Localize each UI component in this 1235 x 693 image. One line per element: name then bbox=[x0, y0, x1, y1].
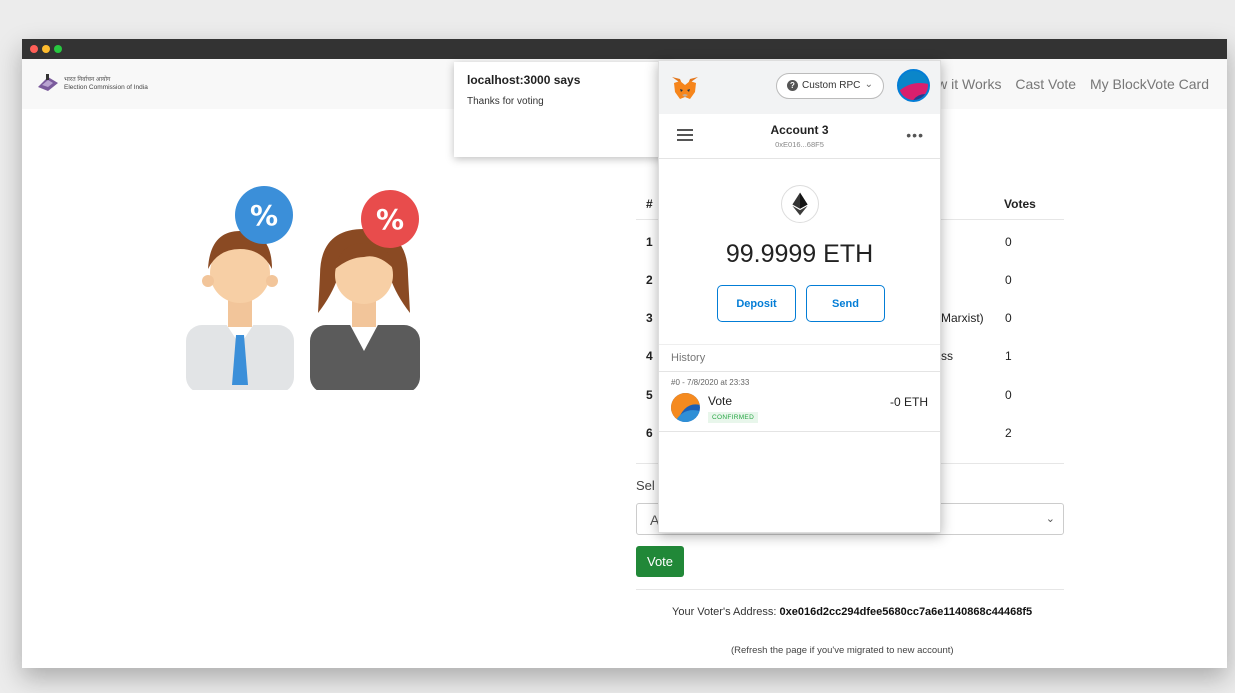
row-votes: 1 bbox=[1005, 349, 1012, 363]
row-votes: 0 bbox=[1005, 273, 1012, 287]
refresh-note: (Refresh the page if you've migrated to … bbox=[731, 645, 954, 656]
deposit-button[interactable]: Deposit bbox=[717, 285, 796, 322]
transaction-date: #0 - 7/8/2020 at 23:33 bbox=[671, 378, 750, 387]
browser-alert-dialog: localhost:3000 says Thanks for voting bbox=[454, 62, 670, 157]
nav-links: How it Works Cast Vote My BlockVote Card bbox=[909, 76, 1209, 92]
svg-text:%: % bbox=[376, 203, 404, 236]
minimize-window-button[interactable] bbox=[42, 45, 50, 53]
ethereum-icon bbox=[781, 185, 819, 223]
eci-logo-icon bbox=[38, 74, 58, 91]
vote-button[interactable]: Vote bbox=[636, 546, 684, 577]
maximize-window-button[interactable] bbox=[54, 45, 62, 53]
transaction-identicon-icon bbox=[671, 393, 700, 422]
account-name[interactable]: Account 3 bbox=[659, 123, 940, 137]
row-num: 3 bbox=[646, 311, 653, 325]
network-selector[interactable]: ? Custom RPC ⌄ bbox=[776, 73, 884, 99]
account-balance: 99.9999 ETH bbox=[725, 240, 874, 268]
account-avatar[interactable] bbox=[897, 69, 930, 102]
transaction-amount: -0 ETH bbox=[889, 395, 928, 409]
network-name: Custom RPC bbox=[802, 80, 861, 91]
chevron-down-icon: ⌄ bbox=[864, 79, 873, 90]
voters-illustration: % % bbox=[186, 186, 420, 390]
more-icon[interactable]: ••• bbox=[906, 127, 924, 143]
jazzicon-icon bbox=[899, 71, 928, 100]
close-window-button[interactable] bbox=[30, 45, 38, 53]
row-party-name: Marxist) bbox=[941, 311, 984, 325]
voter-address: Your Voter's Address: 0xe016d2cc294dfee5… bbox=[672, 606, 1032, 618]
metamask-popup: ? Custom RPC ⌄ Account 3 0xE016...68F5 •… bbox=[658, 60, 941, 533]
row-num: 6 bbox=[646, 426, 653, 440]
chevron-down-icon: ⌄ bbox=[1045, 513, 1055, 525]
metamask-fox-icon bbox=[672, 77, 698, 99]
voter-address-value: 0xe016d2cc294dfee5680cc7a6e1140868c44468… bbox=[779, 606, 1033, 618]
voter-address-label: Your Voter's Address: bbox=[672, 606, 780, 618]
row-num: 2 bbox=[646, 273, 653, 287]
form-divider bbox=[636, 589, 1064, 590]
nav-my-blockvote-card[interactable]: My BlockVote Card bbox=[1090, 76, 1209, 92]
account-bar: Account 3 0xE016...68F5 ••• bbox=[659, 114, 940, 159]
row-num: 1 bbox=[646, 235, 653, 249]
svg-text:%: % bbox=[250, 199, 278, 232]
female-voter-figure: % bbox=[310, 190, 420, 390]
transaction-list-item[interactable]: #0 - 7/8/2020 at 23:33 Vote CONFIRMED -0… bbox=[659, 372, 940, 432]
brand-english: Election Commission of India bbox=[64, 84, 148, 91]
nav-cast-vote[interactable]: Cast Vote bbox=[1015, 76, 1076, 92]
select-label: Sel bbox=[636, 478, 655, 493]
alert-title: localhost:3000 says bbox=[467, 73, 581, 87]
metamask-header: ? Custom RPC ⌄ bbox=[659, 61, 940, 114]
row-num: 5 bbox=[646, 388, 653, 402]
help-icon: ? bbox=[787, 80, 798, 91]
window-titlebar bbox=[22, 39, 1227, 59]
row-votes: 0 bbox=[1005, 311, 1012, 325]
row-num: 4 bbox=[646, 349, 653, 363]
table-header-num: # bbox=[646, 197, 653, 211]
row-votes: 0 bbox=[1005, 388, 1012, 402]
row-party-name: ss bbox=[941, 349, 953, 363]
transaction-status-badge: CONFIRMED bbox=[708, 412, 759, 423]
table-header-votes: Votes bbox=[1004, 197, 1036, 211]
row-votes: 0 bbox=[1005, 235, 1012, 249]
alert-message: Thanks for voting bbox=[467, 96, 544, 107]
history-label: History bbox=[671, 352, 706, 364]
row-votes: 2 bbox=[1005, 426, 1012, 440]
brand-hindi: भारत निर्वाचन आयोग bbox=[64, 77, 111, 83]
transaction-title: Vote bbox=[708, 394, 733, 408]
account-address[interactable]: 0xE016...68F5 bbox=[659, 140, 940, 149]
male-voter-figure: % bbox=[186, 186, 294, 390]
history-header: History bbox=[659, 344, 940, 372]
send-button[interactable]: Send bbox=[806, 285, 885, 322]
